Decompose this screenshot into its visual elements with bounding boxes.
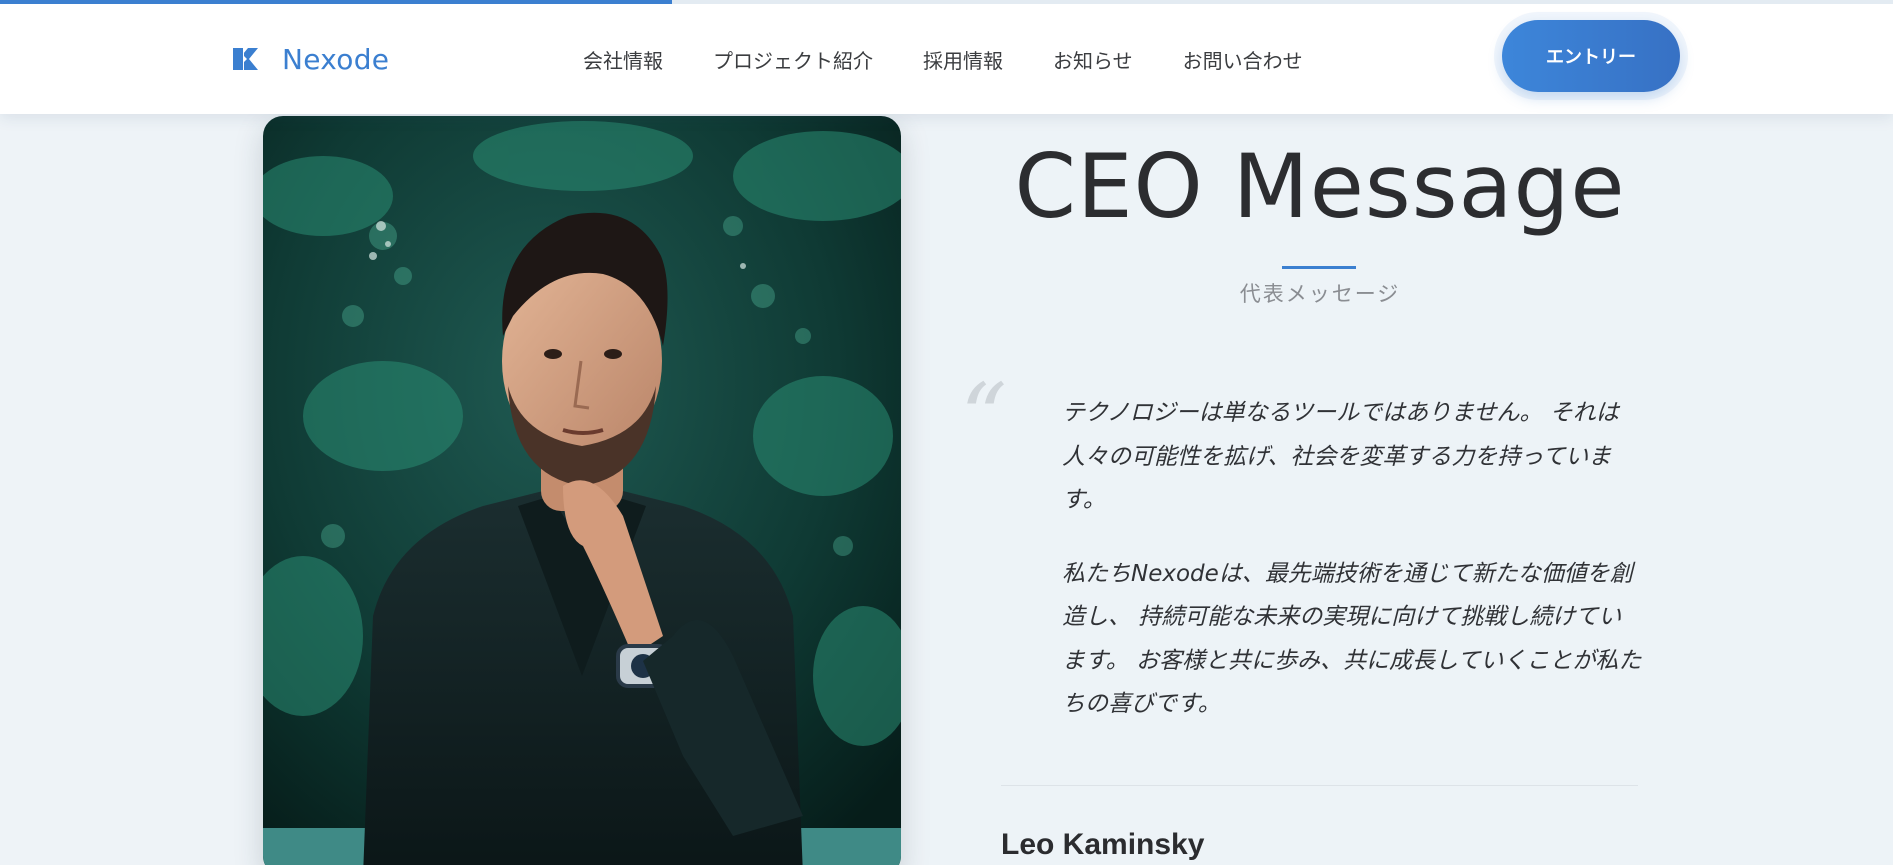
quote-mark-icon: “ <box>960 364 1008 471</box>
scroll-progress-fill <box>0 0 672 4</box>
nav-item-company[interactable]: 会社情報 <box>583 45 663 74</box>
divider <box>1001 785 1638 786</box>
nav-item-projects[interactable]: プロジェクト紹介 <box>713 45 873 74</box>
nav-item-news[interactable]: お知らせ <box>1053 45 1133 74</box>
ceo-name: Leo Kaminsky <box>1001 828 1205 861</box>
ceo-message: テクノロジーは単なるツールではありません。 それは人々の可能性を拡げ、社会を変革… <box>1062 392 1642 757</box>
page-subtitle: 代表メッセージ <box>1239 282 1401 306</box>
nexode-logo-icon <box>233 48 258 70</box>
ceo-portrait-photo <box>263 116 901 865</box>
message-paragraph: 私たちNexodeは、最先端技術を通じて新たな価値を創造し、 持続可能な未来の実… <box>1062 560 1642 718</box>
entry-button[interactable]: エントリー <box>1502 20 1680 92</box>
page-title: CEO Message <box>1014 135 1626 238</box>
nav-item-contact[interactable]: お問い合わせ <box>1183 45 1303 74</box>
nav-item-recruit[interactable]: 採用情報 <box>923 45 1003 74</box>
title-underline <box>1282 266 1356 269</box>
message-paragraph: テクノロジーは単なるツールではありません。 それは人々の可能性を拡げ、社会を変革… <box>1062 400 1619 513</box>
portrait-photo <box>263 116 901 865</box>
logo-link[interactable]: Nexode <box>232 42 389 76</box>
scroll-progress-bar <box>0 0 1893 4</box>
main-nav: 会社情報 プロジェクト紹介 採用情報 お知らせ お問い合わせ <box>583 42 1303 76</box>
logo-text: Nexode <box>282 42 390 76</box>
site-header: Nexode 会社情報 プロジェクト紹介 採用情報 お知らせ お問い合わせ エン… <box>0 4 1893 114</box>
